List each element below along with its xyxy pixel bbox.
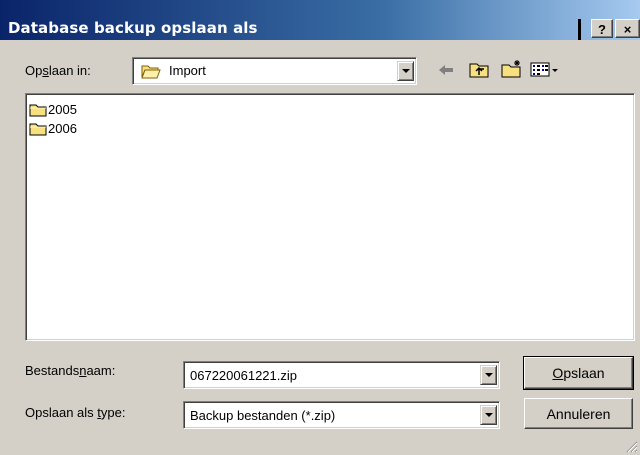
cancel-button[interactable]: Annuleren <box>524 398 633 429</box>
view-menu-icon[interactable] <box>530 62 560 77</box>
resize-grip-icon[interactable] <box>626 441 638 453</box>
save-in-combo[interactable]: Import <box>132 57 417 85</box>
back-arrow-icon[interactable] <box>438 63 454 77</box>
filename-label-post: aam: <box>86 363 116 378</box>
filename-input[interactable]: 067220061221.zip <box>190 368 297 383</box>
window-title: Database backup opslaan als <box>8 19 258 37</box>
save-in-label: Opslaan in: <box>25 63 91 78</box>
save-in-dropdown-button[interactable] <box>397 61 414 81</box>
list-item-folder-2006[interactable]: 2006 <box>29 120 77 137</box>
save-in-label-post: laan in: <box>48 63 91 78</box>
filename-label: Bestandsnaam: <box>25 363 115 378</box>
list-item-folder-2005[interactable]: 2005 <box>29 101 77 118</box>
folder-icon <box>29 104 47 116</box>
filename-dropdown-button[interactable] <box>480 365 497 385</box>
folder-name: 2005 <box>48 102 77 117</box>
filetype-label: Opslaan als type: <box>25 405 125 420</box>
save-button-label: pslaan <box>563 365 605 381</box>
save-in-label-pre: Op <box>25 63 43 78</box>
open-folder-icon <box>141 65 161 79</box>
filetype-dropdown-button[interactable] <box>480 405 497 425</box>
close-button[interactable]: × <box>615 19 640 38</box>
filename-combo[interactable]: 067220061221.zip <box>183 361 500 389</box>
folder-icon <box>29 123 47 135</box>
save-button-accel: O <box>552 365 564 381</box>
filetype-value: Backup bestanden (*.zip) <box>190 408 336 423</box>
chevron-down-icon <box>484 373 493 377</box>
title-bar-separator <box>578 19 581 40</box>
chevron-down-icon <box>401 69 410 73</box>
save-button[interactable]: Opslaan <box>523 356 634 390</box>
filetype-label-pre: Opslaan als <box>25 405 98 420</box>
help-button[interactable]: ? <box>591 19 613 38</box>
save-in-value: Import <box>169 63 206 78</box>
folder-name: 2006 <box>48 121 77 136</box>
filetype-combo[interactable]: Backup bestanden (*.zip) <box>183 401 500 429</box>
chevron-down-icon <box>484 413 493 417</box>
filetype-label-post: ype: <box>100 405 126 420</box>
up-folder-icon[interactable] <box>469 61 489 78</box>
file-list[interactable]: 2005 2006 <box>25 93 635 341</box>
new-folder-icon[interactable] <box>501 59 523 78</box>
filename-label-pre: Bestands <box>25 363 80 378</box>
